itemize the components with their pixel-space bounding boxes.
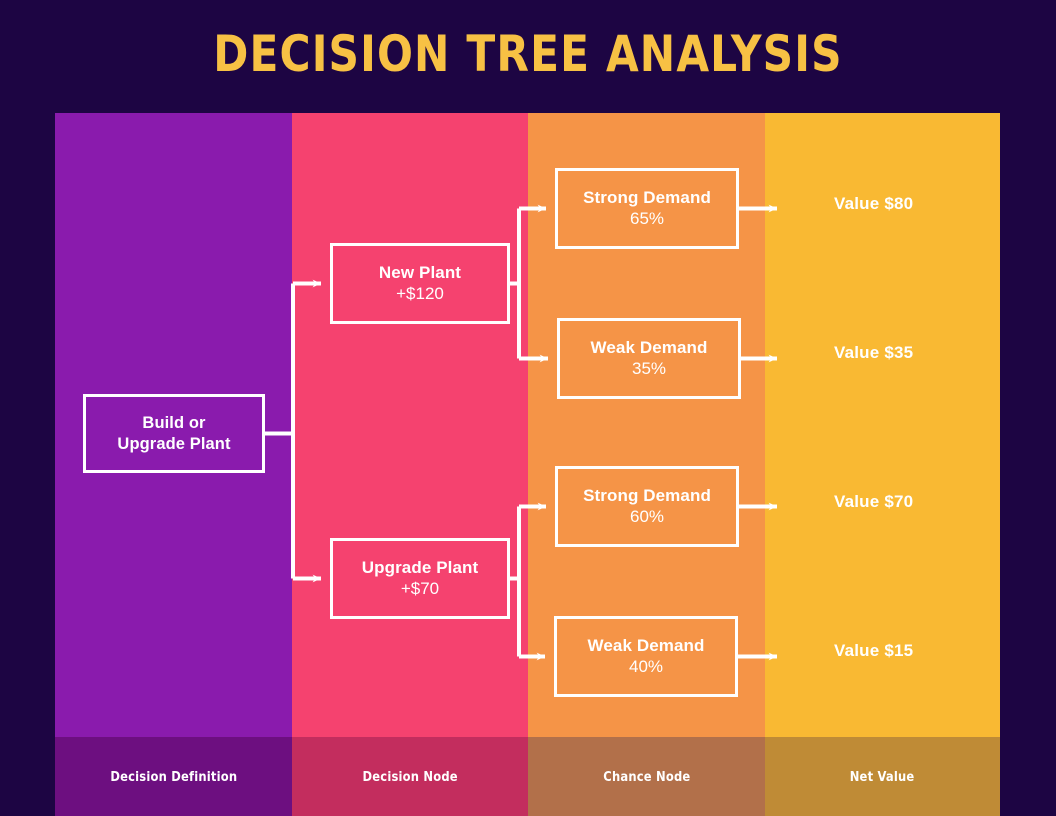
node-chance-strong-demand-new-plant[interactable]: Strong Demand 65% <box>555 168 739 249</box>
footer-cell-net-value: Net Value <box>765 737 1000 816</box>
node-decision-new-plant[interactable]: New Plant +$120 <box>330 243 510 324</box>
net-value-label-2: Value $70 <box>834 492 914 511</box>
node-decision-upgrade-plant[interactable]: Upgrade Plant +$70 <box>330 538 510 619</box>
net-value-label-3: Value $15 <box>834 641 914 660</box>
node-decision-upgrade-plant-label: Upgrade Plant <box>361 558 479 577</box>
node-chance-weak-demand-upgrade-plant[interactable]: Weak Demand 40% <box>554 616 738 697</box>
footer-label-decision-node: Decision Node <box>362 768 458 785</box>
node-chance-3-label: Weak Demand <box>587 636 705 655</box>
footer-label-chance-node: Chance Node <box>602 768 691 785</box>
node-root-label-line2: Upgrade Plant <box>117 434 231 453</box>
node-chance-3-probability: 40% <box>628 657 664 676</box>
node-chance-1-probability: 35% <box>631 359 667 378</box>
node-chance-2-label: Strong Demand <box>583 486 711 505</box>
node-chance-weak-demand-new-plant[interactable]: Weak Demand 35% <box>557 318 741 399</box>
node-decision-new-plant-label: New Plant <box>378 263 462 282</box>
footer-cell-decision-node: Decision Node <box>292 737 528 816</box>
footer-cell-decision-definition: Decision Definition <box>55 737 292 816</box>
node-chance-2-probability: 60% <box>629 507 665 526</box>
decision-tree-chart: Build or Upgrade Plant New Plant +$120 U… <box>55 113 1000 816</box>
footer-cell-chance-node: Chance Node <box>528 737 765 816</box>
footer-label-decision-definition: Decision Definition <box>110 768 237 785</box>
page-title: DECISION TREE ANALYSIS <box>213 25 843 83</box>
node-root-decision[interactable]: Build or Upgrade Plant <box>83 394 265 473</box>
footer-label-net-value: Net Value <box>850 768 915 785</box>
node-decision-new-plant-cost: +$120 <box>396 284 444 303</box>
column-band-decision-node <box>292 113 528 737</box>
net-value-label-1: Value $35 <box>834 343 914 362</box>
node-decision-upgrade-plant-cost: +$70 <box>400 579 440 598</box>
node-chance-0-label: Strong Demand <box>583 188 711 207</box>
node-chance-1-label: Weak Demand <box>590 338 708 357</box>
net-value-label-0: Value $80 <box>834 194 914 213</box>
node-chance-0-probability: 65% <box>629 209 665 228</box>
node-root-label-line1: Build or <box>142 413 206 432</box>
node-chance-strong-demand-upgrade-plant[interactable]: Strong Demand 60% <box>555 466 739 547</box>
